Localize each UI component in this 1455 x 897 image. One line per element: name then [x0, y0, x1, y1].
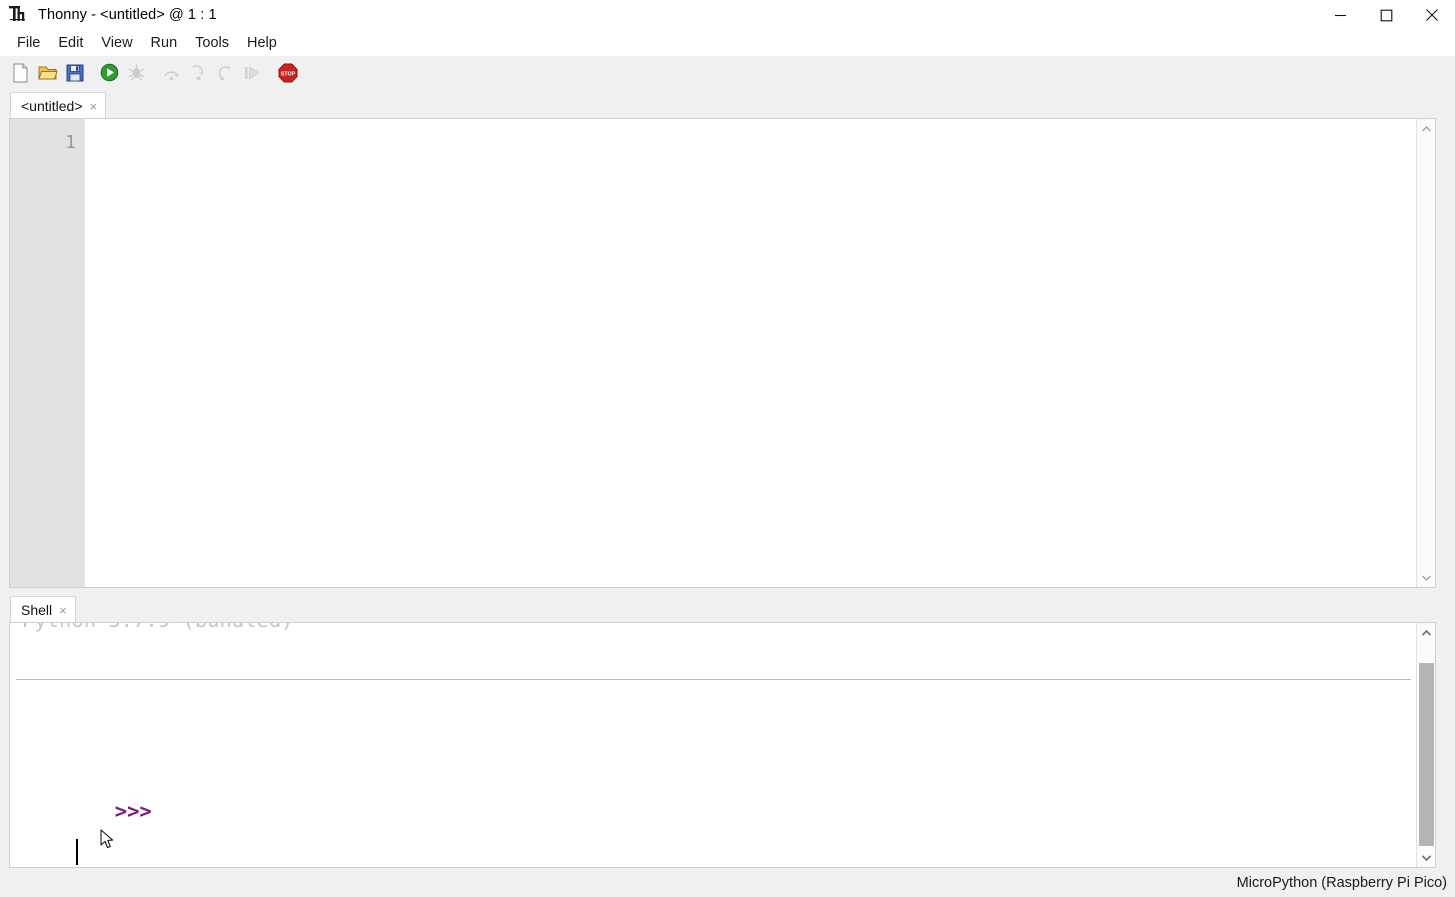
shell-section-separator [16, 679, 1411, 680]
title-bar: Thonny - <untitled> @ 1 : 1 [0, 0, 1455, 30]
shell-scrollbar-thumb[interactable] [1419, 663, 1434, 846]
window-title: Thonny - <untitled> @ 1 : 1 [38, 7, 217, 23]
shell-line-prompt-1: >>> [16, 763, 1415, 823]
window-controls [1317, 0, 1455, 30]
interpreter-status-label[interactable]: MicroPython (Raspberry Pi Pico) [1237, 875, 1447, 891]
run-icon[interactable] [99, 61, 120, 85]
status-bar: MicroPython (Raspberry Pi Pico) [0, 868, 1455, 897]
shell-tab-close-icon[interactable]: × [59, 604, 67, 617]
menu-help[interactable]: Help [238, 33, 286, 53]
editor-scroll-down-icon[interactable] [1417, 568, 1436, 587]
code-editor-panel: 1 [9, 118, 1436, 588]
close-icon[interactable] [1409, 0, 1455, 30]
editor-vertical-scrollbar[interactable] [1416, 119, 1435, 587]
menu-edit[interactable]: Edit [49, 33, 92, 53]
shell-prompt: >>> [114, 799, 152, 823]
menu-bar: File Edit View Run Tools Help [0, 30, 1455, 56]
shell-tab[interactable]: Shell × [10, 596, 76, 623]
shell-tab-label: Shell [21, 602, 53, 618]
editor-tab-untitled[interactable]: <untitled> × [10, 92, 107, 119]
editor-scrollbar-track[interactable] [1419, 138, 1433, 568]
shell-output-text[interactable]: Python 3.7.9 (bundled) >>> MicroPython v… [16, 623, 1415, 867]
resume-icon [242, 61, 263, 85]
toolbar: STOP [0, 56, 1455, 89]
editor-text-area[interactable] [85, 119, 1435, 587]
shell-panel[interactable]: Python 3.7.9 (bundled) >>> MicroPython v… [9, 622, 1436, 868]
line-number-1: 1 [65, 132, 76, 153]
menu-view[interactable]: View [92, 33, 141, 53]
thonny-window: Thonny - <untitled> @ 1 : 1 File Edit Vi… [0, 0, 1455, 897]
menu-file[interactable]: File [8, 33, 49, 53]
shell-tab-bar: Shell × [8, 596, 1455, 623]
step-over-icon [161, 61, 182, 85]
minimize-icon[interactable] [1317, 0, 1363, 30]
shell-scroll-up-icon[interactable] [1417, 623, 1435, 642]
editor-tab-bar: <untitled> × [8, 92, 1455, 119]
save-file-icon[interactable] [64, 61, 85, 85]
editor-tab-close-icon[interactable]: × [90, 100, 98, 113]
maximize-icon[interactable] [1363, 0, 1409, 30]
thonny-logo-icon [8, 5, 30, 25]
svg-text:STOP: STOP [280, 71, 295, 77]
step-into-icon [188, 61, 209, 85]
menu-tools[interactable]: Tools [186, 33, 238, 53]
shell-text-caret [76, 839, 78, 865]
menu-run[interactable]: Run [142, 33, 187, 53]
open-file-icon[interactable] [37, 61, 58, 85]
shell-scroll-down-icon[interactable] [1417, 848, 1435, 867]
new-file-icon[interactable] [10, 61, 31, 85]
editor-tab-label: <untitled> [21, 98, 83, 114]
stop-icon[interactable]: STOP [277, 61, 298, 85]
debug-icon [126, 61, 147, 85]
editor-line-number-gutter: 1 [10, 119, 85, 587]
shell-clipped-line: Python 3.7.9 (bundled) [22, 623, 294, 636]
editor-scroll-up-icon[interactable] [1417, 119, 1436, 138]
step-out-icon [215, 61, 236, 85]
shell-vertical-scrollbar[interactable] [1416, 623, 1435, 867]
